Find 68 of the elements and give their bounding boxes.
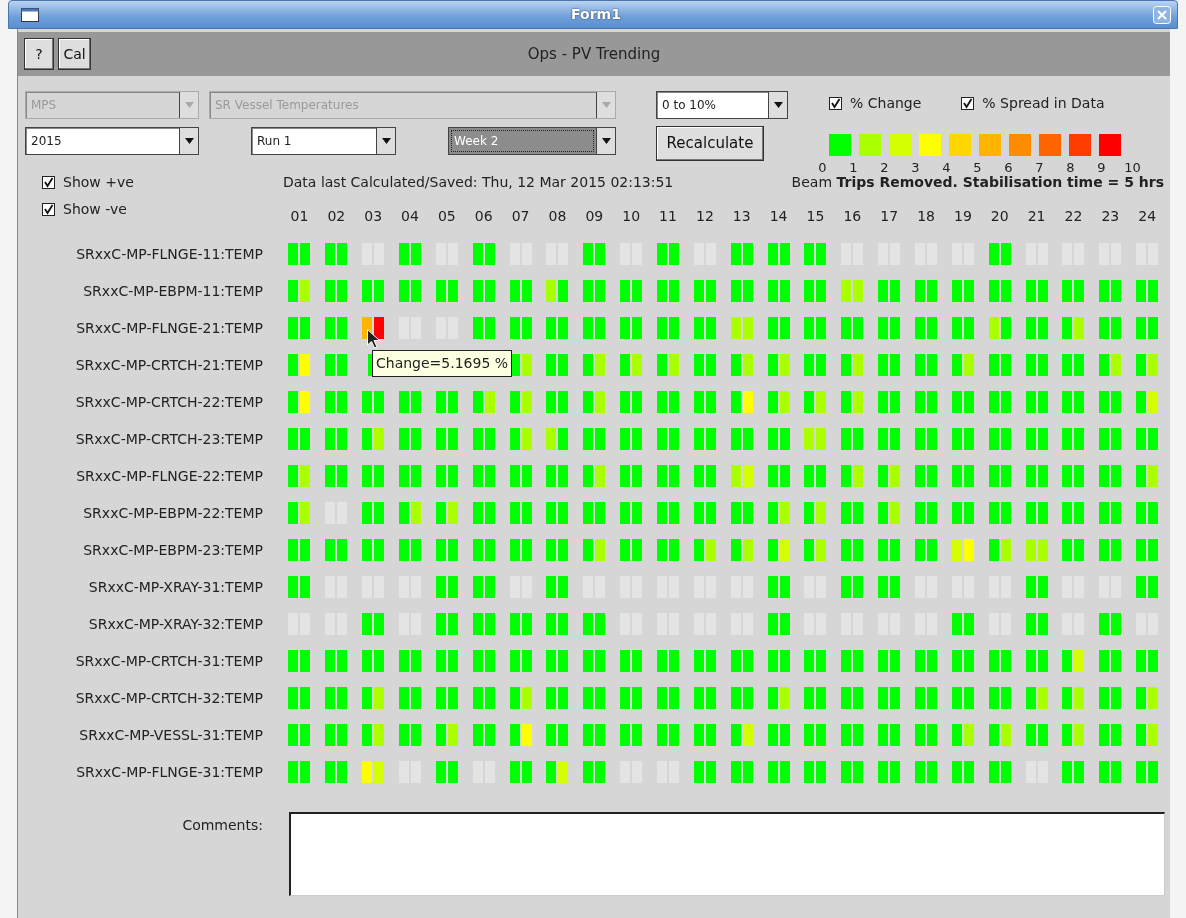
- comments-label: Comments:: [181, 815, 264, 832]
- row-label: SRxxC-MP-CRTCH-23:TEMP: [74, 429, 264, 449]
- caret-icon: [601, 102, 611, 108]
- cursor-icon: [367, 329, 380, 349]
- header-button[interactable]: ?: [24, 38, 54, 70]
- window-title: Form1: [571, 5, 621, 24]
- hour-label: 22: [1063, 206, 1084, 226]
- row-label: SRxxC-MP-EBPM-11:TEMP: [82, 281, 264, 301]
- checkbox-label: Show -ve: [63, 199, 127, 219]
- row-label: SRxxC-MP-FLNGE-21:TEMP: [75, 318, 264, 338]
- hour-label: 06: [473, 206, 494, 226]
- dropdown[interactable]: Run 1: [251, 127, 396, 155]
- checkbox[interactable]: [42, 175, 55, 189]
- caret-icon: [773, 102, 783, 108]
- checkbox-label: % Change: [850, 94, 922, 113]
- hour-label: 04: [400, 206, 420, 226]
- window-icon: [21, 7, 39, 22]
- hour-label: 17: [879, 206, 900, 226]
- header-button[interactable]: Cal: [58, 38, 91, 70]
- checkbox-label: % Spread in Data: [982, 94, 1105, 113]
- hour-label: 23: [1100, 206, 1121, 226]
- hour-label: 24: [1137, 206, 1158, 226]
- hour-label: 07: [510, 206, 531, 226]
- row-label: SRxxC-MP-CRTCH-32:TEMP: [74, 688, 264, 708]
- hour-label: 05: [436, 206, 457, 226]
- row-label: SRxxC-MP-CRTCH-31:TEMP: [74, 651, 264, 671]
- dropdown[interactable]: 2015: [25, 127, 199, 155]
- hour-label: 02: [326, 206, 347, 226]
- row-label: SRxxC-MP-CRTCH-21:TEMP: [74, 355, 264, 375]
- comments-field[interactable]: [289, 811, 1165, 896]
- hour-label: 08: [547, 206, 568, 226]
- row-label: SRxxC-MP-XRAY-31:TEMP: [87, 577, 264, 597]
- row-label: SRxxC-MP-FLNGE-22:TEMP: [75, 466, 264, 486]
- row-label: SRxxC-MP-EBPM-22:TEMP: [82, 503, 264, 523]
- tooltip: Change=5.1695 %: [372, 350, 513, 377]
- caret-icon: [381, 138, 391, 144]
- hour-label: 09: [584, 206, 605, 226]
- form-title: Ops - PV Trending: [526, 43, 662, 65]
- caret-icon: [184, 138, 194, 144]
- row-label: SRxxC-MP-FLNGE-31:TEMP: [75, 762, 264, 782]
- row-label: SRxxC-MP-VESSL-31:TEMP: [78, 725, 264, 745]
- caret-icon: [601, 138, 611, 144]
- caret-icon: [184, 102, 194, 108]
- hour-label: 20: [989, 206, 1010, 226]
- hour-label: 14: [768, 206, 789, 226]
- hour-label: 21: [1026, 206, 1047, 226]
- hour-label: 15: [805, 206, 826, 226]
- row-label: SRxxC-MP-FLNGE-11:TEMP: [75, 244, 264, 264]
- checkbox[interactable]: [42, 202, 55, 216]
- status-text: Data last Calculated/Saved: Thu, 12 Mar 2015 02:13:51: [283, 172, 674, 192]
- hour-label: 01: [289, 206, 310, 226]
- hour-label: 11: [658, 206, 678, 226]
- hour-label: 03: [363, 206, 384, 226]
- hour-label: 16: [842, 206, 863, 226]
- checkbox[interactable]: [829, 97, 842, 110]
- close-icon[interactable]: [1153, 5, 1171, 24]
- row-label: SRxxC-MP-EBPM-23:TEMP: [82, 540, 264, 560]
- checkbox[interactable]: [961, 97, 975, 110]
- checkbox-label: Show +ve: [63, 172, 134, 192]
- dropdown[interactable]: 0 to 10%: [656, 91, 788, 119]
- row-label: SRxxC-MP-CRTCH-22:TEMP: [74, 392, 264, 412]
- row-label: SRxxC-MP-XRAY-32:TEMP: [87, 614, 264, 634]
- hour-label: 10: [621, 206, 642, 226]
- hour-label: 12: [694, 206, 715, 226]
- recalculate-button[interactable]: Recalculate: [656, 126, 764, 161]
- hour-label: 19: [953, 206, 973, 226]
- hour-label: 18: [916, 206, 936, 226]
- hour-label: 13: [731, 206, 752, 226]
